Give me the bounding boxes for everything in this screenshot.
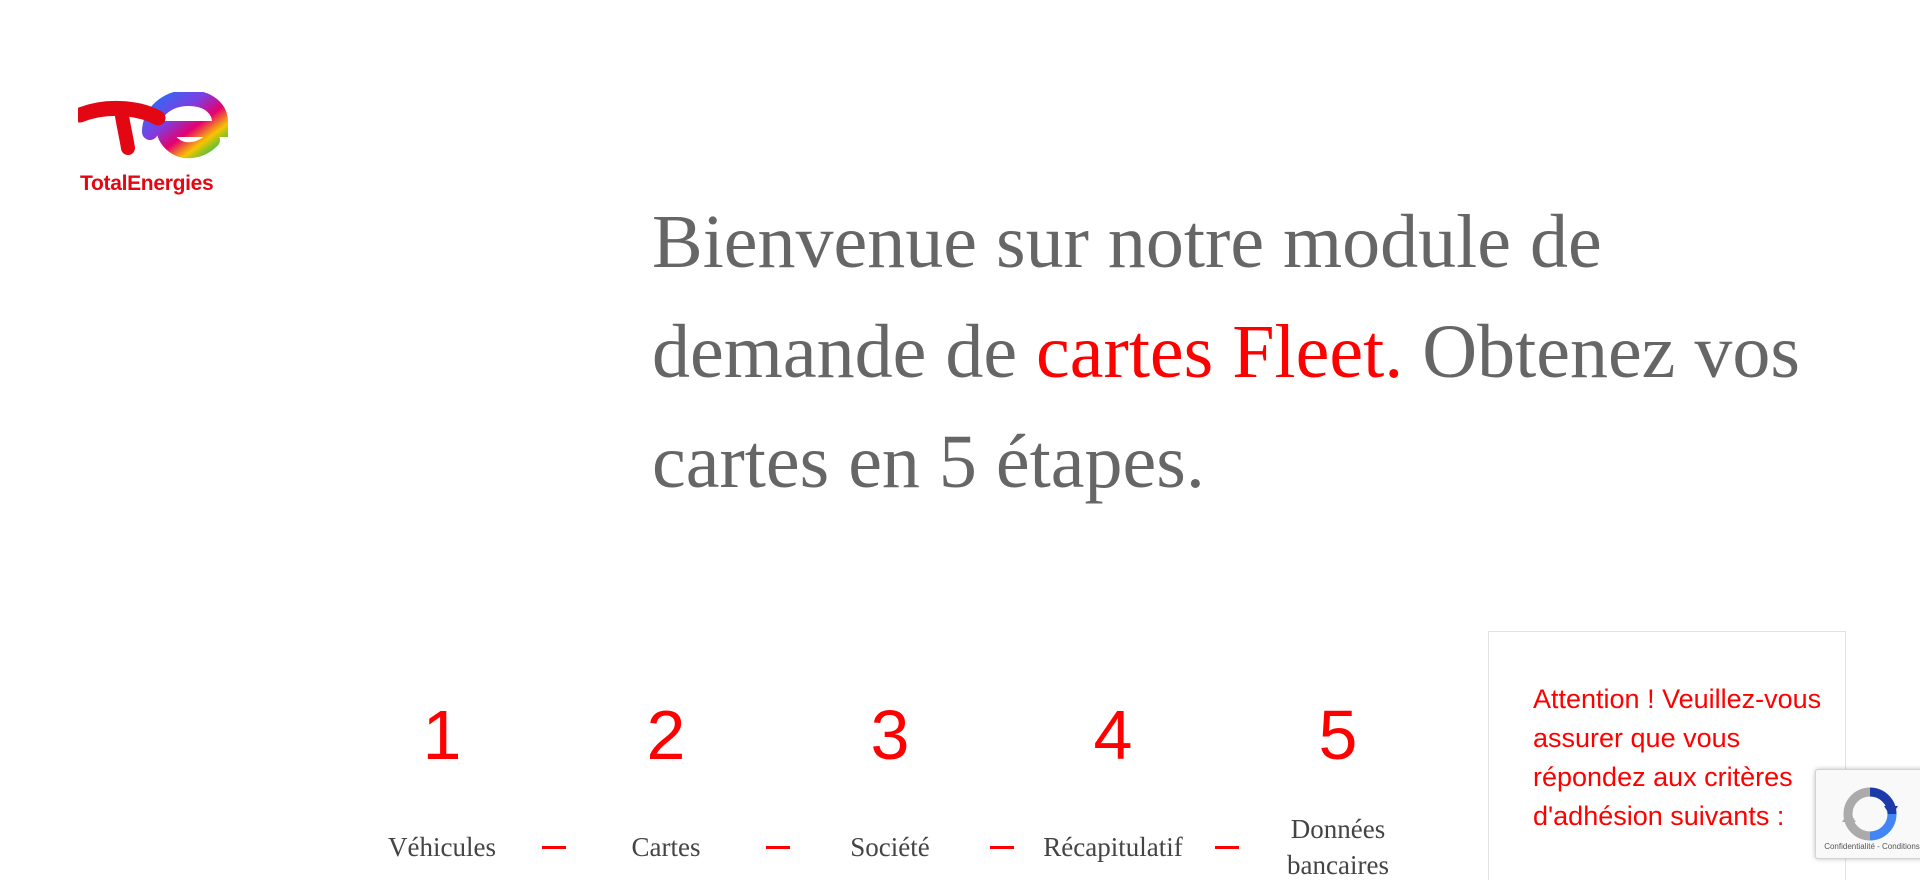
- step-label: Cartes: [631, 832, 701, 862]
- step-label: Société: [850, 832, 930, 862]
- logo-wordmark: TotalEnergies: [80, 172, 214, 195]
- recaptcha-icon: [1842, 787, 1898, 841]
- recaptcha-terms-link[interactable]: Conditions: [1882, 842, 1920, 851]
- step-number: 3: [870, 696, 910, 774]
- page-headline: Bienvenue sur notre module de demande de…: [652, 187, 1852, 517]
- step-1: 1 Véhicules: [342, 695, 542, 865]
- totalenergies-logo-icon: [78, 92, 228, 159]
- step-number: 4: [1093, 696, 1133, 774]
- totalenergies-logo[interactable]: TotalEnergies: [78, 92, 228, 202]
- recaptcha-separator: -: [1874, 842, 1882, 851]
- step-separator: [990, 846, 1014, 849]
- step-number: 2: [646, 696, 686, 774]
- notice-text: Attention ! Veuillez-vous assurer que vo…: [1533, 684, 1822, 831]
- step-separator: [1215, 846, 1239, 849]
- step-2: 2 Cartes: [566, 695, 766, 865]
- recaptcha-badge[interactable]: Confidentialité - Conditions: [1815, 769, 1920, 859]
- step-label: Données bancaires: [1287, 814, 1389, 880]
- step-number: 5: [1318, 696, 1358, 774]
- headline-accent: cartes Fleet.: [1036, 310, 1404, 394]
- step-3: 3 Société: [790, 695, 990, 865]
- step-number: 1: [422, 696, 462, 774]
- step-label: Véhicules: [388, 832, 496, 862]
- step-separator: [766, 846, 790, 849]
- eligibility-notice: Attention ! Veuillez-vous assurer que vo…: [1488, 631, 1846, 880]
- step-separator: [542, 846, 566, 849]
- recaptcha-links: Confidentialité - Conditions: [1820, 842, 1920, 852]
- step-4: 4 Récapitulatif: [1013, 695, 1213, 865]
- step-label: Récapitulatif: [1043, 832, 1183, 862]
- recaptcha-privacy-link[interactable]: Confidentialité: [1824, 842, 1875, 851]
- step-5: 5 Données bancaires: [1238, 695, 1438, 880]
